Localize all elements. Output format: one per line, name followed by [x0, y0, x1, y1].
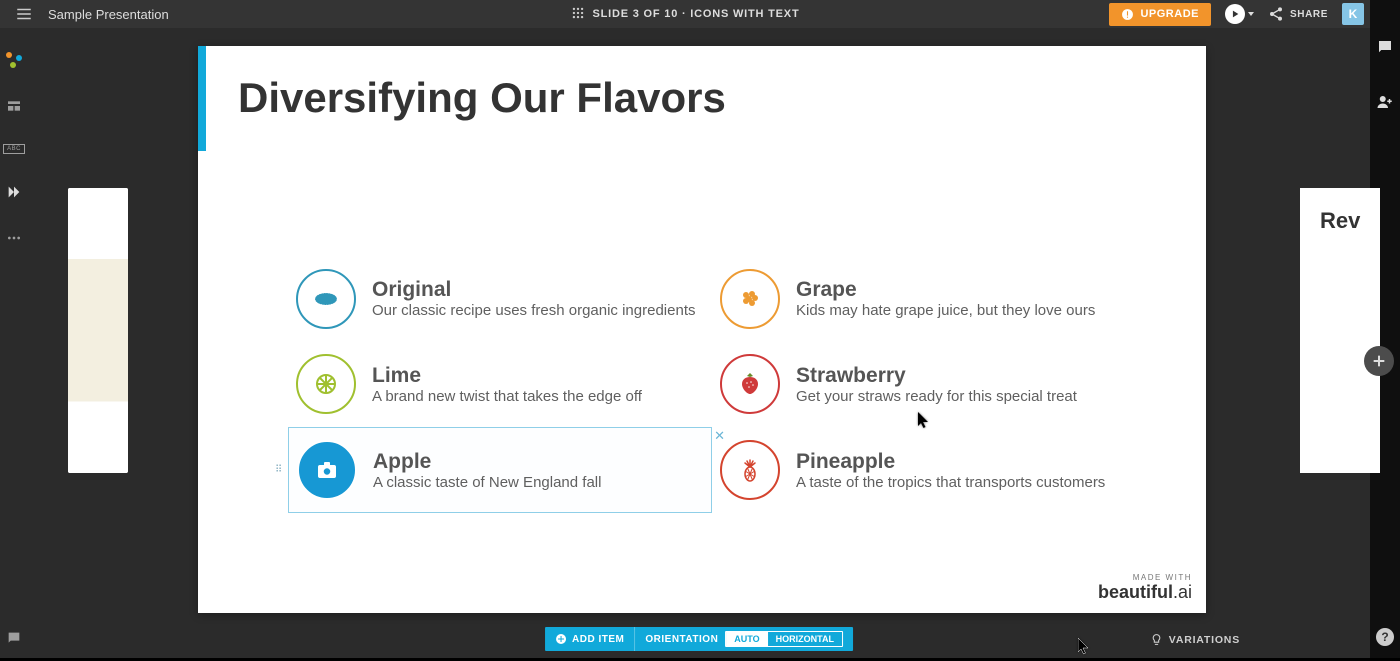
left-sidebar: ABC — [0, 28, 28, 658]
orientation-label: ORIENTATION — [645, 634, 718, 645]
items-grid: Original Our classic recipe uses fresh o… — [288, 256, 1136, 513]
hamburger-menu-icon[interactable] — [10, 0, 38, 28]
animate-icon[interactable] — [0, 184, 28, 200]
slide-accent-bar — [198, 46, 206, 151]
right-sidebar: ? — [1370, 38, 1400, 658]
upgrade-button[interactable]: UPGRADE — [1109, 3, 1211, 26]
drag-handle-icon[interactable]: ⠿ — [275, 465, 279, 476]
slide-grid-icon[interactable] — [571, 6, 585, 23]
flavor-original[interactable]: Original Our classic recipe uses fresh o… — [288, 256, 712, 342]
help-icon[interactable]: ? — [1376, 628, 1394, 646]
made-with-label: MADE WITH — [1098, 573, 1192, 582]
play-button[interactable] — [1225, 4, 1254, 24]
item-desc[interactable]: Get your straws ready for this special t… — [796, 388, 1077, 405]
made-with-watermark: MADE WITH beautiful.ai — [1098, 573, 1192, 603]
share-label: SHARE — [1290, 9, 1328, 20]
prev-slide-thumb[interactable] — [68, 188, 128, 473]
flavor-grape[interactable]: Grape Kids may hate grape juice, but the… — [712, 256, 1136, 342]
item-desc[interactable]: Kids may hate grape juice, but they love… — [796, 302, 1095, 319]
share-button[interactable]: SHARE — [1268, 6, 1328, 22]
cursor-icon — [1078, 638, 1090, 656]
more-icon[interactable] — [0, 230, 28, 246]
editor-stage: Rev Diversifying Our Flavors Original Ou… — [28, 28, 1370, 658]
theme-icon[interactable] — [0, 52, 28, 68]
next-slide-title: Rev — [1320, 208, 1360, 234]
next-slide-thumb[interactable]: Rev — [1300, 188, 1380, 473]
add-item-label: ADD ITEM — [572, 634, 624, 645]
add-collaborator-icon[interactable] — [1376, 93, 1394, 116]
slide-counter[interactable]: SLIDE 3 OF 10 · ICONS WITH TEXT — [593, 8, 800, 20]
item-desc[interactable]: A classic taste of New England fall — [373, 474, 601, 491]
lemon-icon[interactable] — [296, 269, 356, 329]
flavor-lime[interactable]: Lime A brand new twist that takes the ed… — [288, 342, 712, 428]
slide-title[interactable]: Diversifying Our Flavors — [238, 74, 726, 122]
item-title[interactable]: Original — [372, 278, 695, 301]
avatar[interactable]: K — [1342, 3, 1364, 25]
flavor-pineapple[interactable]: Pineapple A taste of the tropics that tr… — [712, 427, 1136, 513]
item-title[interactable]: Lime — [372, 364, 642, 387]
strawberry-icon[interactable] — [720, 354, 780, 414]
orientation-control: ORIENTATION AUTO HORIZONTAL — [635, 627, 853, 651]
current-slide[interactable]: Diversifying Our Flavors Original Our cl… — [198, 46, 1206, 613]
variations-button[interactable]: VARIATIONS — [1150, 633, 1240, 646]
item-title[interactable]: Pineapple — [796, 450, 1105, 473]
add-item-button[interactable]: ADD ITEM — [545, 627, 635, 651]
notes-icon[interactable] — [0, 630, 28, 646]
comments-icon[interactable] — [1376, 38, 1394, 61]
variations-label: VARIATIONS — [1169, 634, 1240, 646]
flavor-strawberry[interactable]: Strawberry Get your straws ready for thi… — [712, 342, 1136, 428]
item-title[interactable]: Apple — [373, 450, 601, 473]
text-style-icon[interactable]: ABC — [0, 144, 28, 154]
chevron-down-icon[interactable] — [1248, 12, 1254, 16]
item-desc[interactable]: A brand new twist that takes the edge of… — [372, 388, 642, 405]
grape-icon[interactable] — [720, 269, 780, 329]
item-title[interactable]: Strawberry — [796, 364, 1077, 387]
camera-icon[interactable] — [297, 440, 357, 500]
item-title[interactable]: Grape — [796, 278, 1095, 301]
presentation-title[interactable]: Sample Presentation — [48, 7, 169, 22]
upgrade-label: UPGRADE — [1140, 8, 1199, 20]
orientation-horizontal[interactable]: HORIZONTAL — [768, 632, 842, 646]
orientation-auto[interactable]: AUTO — [726, 632, 767, 646]
layout-icon[interactable] — [0, 98, 28, 114]
item-desc[interactable]: Our classic recipe uses fresh organic in… — [372, 302, 695, 319]
pineapple-icon[interactable] — [720, 440, 780, 500]
slide-toolbar: ADD ITEM ORIENTATION AUTO HORIZONTAL — [545, 627, 853, 651]
flavor-apple[interactable]: ⠿ ✕ Apple A classic taste of New England… — [288, 427, 712, 513]
lime-icon[interactable] — [296, 354, 356, 414]
item-desc[interactable]: A taste of the tropics that transports c… — [796, 474, 1105, 491]
brand-logo: beautiful.ai — [1098, 582, 1192, 603]
